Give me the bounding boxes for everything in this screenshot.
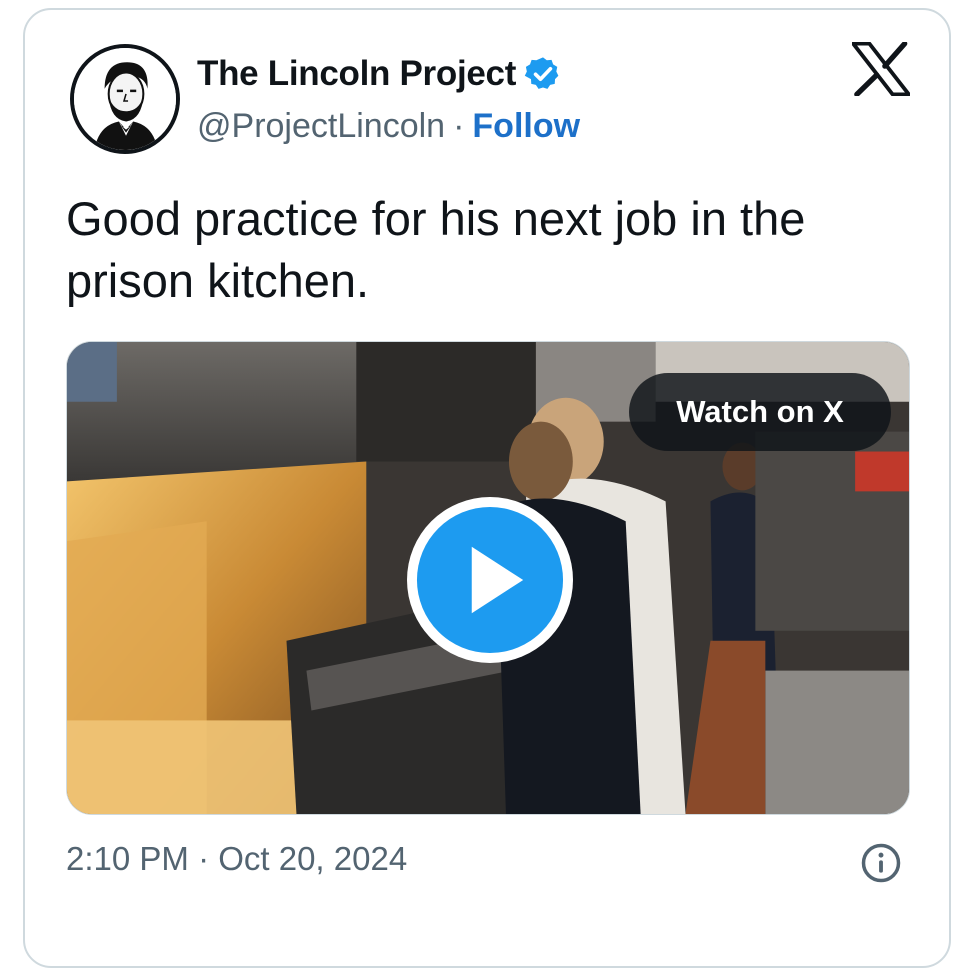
author-name-row[interactable]: The Lincoln Project bbox=[197, 52, 562, 96]
avatar[interactable] bbox=[70, 44, 180, 154]
tweet-timestamp[interactable]: 2:10 PM · Oct 20, 2024 bbox=[66, 840, 407, 878]
verified-badge-icon bbox=[524, 57, 559, 89]
info-icon[interactable] bbox=[860, 842, 902, 884]
author-handle-row: @ProjectLincoln · Follow bbox=[197, 104, 580, 148]
tweet-text: Good practice for his next job in the pr… bbox=[66, 192, 806, 307]
play-icon bbox=[416, 506, 564, 654]
x-logo-icon[interactable] bbox=[852, 42, 910, 96]
author-display-name[interactable]: The Lincoln Project bbox=[197, 54, 516, 94]
lincoln-portrait-icon bbox=[74, 48, 176, 150]
play-button[interactable] bbox=[407, 497, 573, 663]
separator-dot: · bbox=[453, 106, 465, 145]
follow-button[interactable]: Follow bbox=[472, 107, 580, 146]
video-player[interactable]: Watch on X bbox=[66, 341, 910, 815]
watch-on-x-button[interactable]: Watch on X bbox=[629, 373, 891, 451]
author-handle[interactable]: @ProjectLincoln bbox=[197, 107, 445, 146]
